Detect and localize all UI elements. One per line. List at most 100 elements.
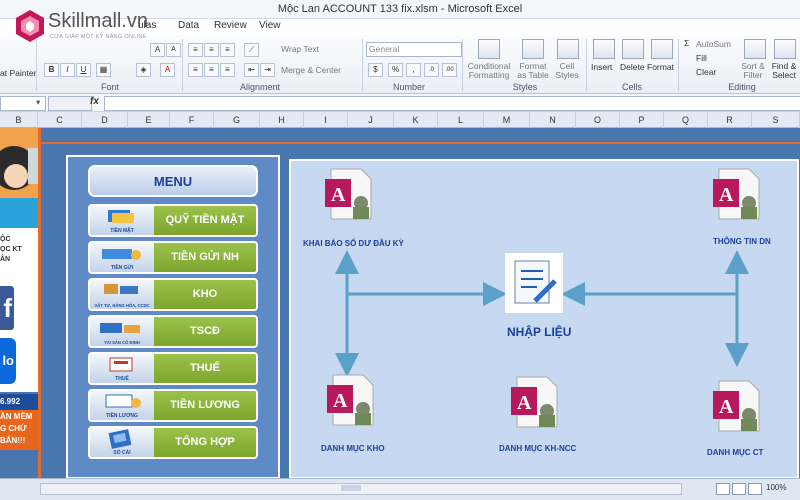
fill-color-icon[interactable]: ◈ [136,63,151,77]
autosum-button[interactable]: AutoSum [696,39,731,49]
decrease-decimal-icon[interactable]: .00 [442,63,457,77]
column-header[interactable]: I [304,112,348,128]
promo-text: BÁN!!! [0,436,26,445]
clear-button[interactable]: Clear [696,67,716,77]
format-as-table-icon[interactable] [522,39,544,59]
page-break-icon[interactable] [748,483,762,495]
find-select-button[interactable]: Find & Select [768,62,800,80]
cash-icon: TIỀN MẶT [90,206,155,235]
underline-button[interactable]: U [76,63,91,77]
access-database-icon[interactable]: A [509,375,561,429]
horizontal-scrollbar[interactable] [40,483,682,495]
bold-button[interactable]: B [44,63,59,77]
column-header[interactable]: S [752,112,800,128]
menu-panel: MENU TIỀN MẶT QUỸ TIỀN MẶT TIỀN GỬI TIỀN… [66,155,280,479]
delete-button[interactable]: Delete [620,62,645,72]
cell-styles-button[interactable]: Cell Styles [552,62,582,80]
sort-filter-button[interactable]: Sort & Filter [738,62,768,80]
menu-item-cash[interactable]: TIỀN MẶT QUỸ TIỀN MẶT [88,204,258,237]
column-header[interactable]: G [214,112,260,128]
format-button[interactable]: Format [647,62,674,72]
column-header[interactable]: M [484,112,530,128]
align-left-icon[interactable]: ≡ [188,63,203,77]
column-header[interactable]: J [348,112,394,128]
comma-icon[interactable]: , [406,63,421,77]
column-header[interactable]: E [128,112,170,128]
insert-button[interactable]: Insert [591,62,612,72]
merge-center-button[interactable]: Merge & Center [281,65,341,75]
align-bottom-icon[interactable]: ≡ [220,43,235,57]
italic-button[interactable]: I [60,63,75,77]
formula-input[interactable] [104,96,800,111]
delete-cells-icon[interactable] [622,39,644,59]
increase-decimal-icon[interactable]: .0 [424,63,439,77]
percent-icon[interactable]: % [388,63,403,77]
wrap-text-button[interactable]: Wrap Text [281,44,319,54]
access-database-icon[interactable]: A [325,373,377,427]
number-format-select[interactable]: General [366,42,462,57]
sort-filter-icon[interactable] [744,39,766,59]
borders-icon[interactable]: ▦ [96,63,111,77]
access-database-icon[interactable]: A [323,167,375,221]
insert-cells-icon[interactable] [593,39,615,59]
column-header[interactable]: R [708,112,752,128]
scrollbar-thumb[interactable] [341,485,361,491]
inventory-icon: VẬT TƯ, HÀNG HÓA, CCDC [90,280,155,309]
tab-review[interactable]: Review [214,20,247,31]
menu-item-caption: VẬT TƯ, HÀNG HÓA, CCDC [94,303,150,308]
menu-item-fixed-assets[interactable]: TÀI SẢN CỐ ĐỊNH TSCĐ [88,315,258,348]
decrease-indent-icon[interactable]: ⇤ [244,63,259,77]
find-select-icon[interactable] [774,39,796,59]
zalo-icon[interactable]: lo [0,338,16,384]
column-header[interactable]: Q [664,112,708,128]
increase-indent-icon[interactable]: ⇥ [260,63,275,77]
access-database-icon[interactable]: A [711,167,763,221]
font-color-icon[interactable]: A [160,63,175,77]
tab-view[interactable]: View [259,20,281,31]
align-middle-icon[interactable]: ≡ [204,43,219,57]
align-right-icon[interactable]: ≡ [220,63,235,77]
align-center-icon[interactable]: ≡ [204,63,219,77]
zoom-level[interactable]: 100% [766,483,786,492]
normal-view-icon[interactable] [716,483,730,495]
menu-item-bank[interactable]: TIỀN GỬI TIỀN GỬI NH [88,241,258,274]
format-painter-button[interactable]: at Painter [0,68,36,78]
column-header[interactable]: N [530,112,576,128]
column-header[interactable]: C [38,112,82,128]
left-strip-text: ỌC KT [0,246,22,253]
column-header[interactable]: F [170,112,214,128]
column-header[interactable]: O [576,112,620,128]
opening-balance-label: KHAI BÁO SỐ DƯ ĐẦU KỲ [303,239,404,248]
menu-item-inventory[interactable]: VẬT TƯ, HÀNG HÓA, CCDC KHO [88,278,258,311]
tab-data[interactable]: Data [178,20,199,31]
alignment-group-label: Alignment [239,82,281,92]
access-database-icon[interactable]: A [711,379,763,433]
ribbon-separator [462,39,463,91]
page-layout-icon[interactable] [732,483,746,495]
align-top-icon[interactable]: ≡ [188,43,203,57]
column-header[interactable]: K [394,112,438,128]
menu-item-tax[interactable]: THUẾ THUẾ [88,352,258,385]
orientation-icon[interactable]: ⟋ [244,43,259,57]
name-box-dropdown-icon[interactable]: ▾ [36,97,40,108]
column-header[interactable]: D [82,112,128,128]
cell-styles-icon[interactable] [557,39,579,59]
column-header[interactable]: H [260,112,304,128]
format-as-table-button[interactable]: Format as Table [514,62,552,80]
left-strip-text-box: ỘC ỌC KT ÂN [0,228,38,280]
currency-icon[interactable]: $ [368,63,383,77]
status-bar: 100% [0,478,800,500]
menu-item-summary[interactable]: SỔ CÁI TỔNG HỢP [88,426,258,459]
column-header[interactable]: L [438,112,484,128]
conditional-formatting-icon[interactable] [478,39,500,59]
sigma-icon[interactable]: Σ [684,38,689,48]
insert-function-icon[interactable]: fx [90,96,99,107]
column-header[interactable]: B [0,112,38,128]
format-cells-icon[interactable] [651,39,673,59]
facebook-icon[interactable]: f [0,286,14,330]
data-entry-icon[interactable] [505,253,563,313]
column-header[interactable]: P [620,112,664,128]
conditional-formatting-button[interactable]: Conditional Formatting [466,62,512,80]
menu-item-payroll[interactable]: TIỀN LƯƠNG TIỀN LƯƠNG [88,389,258,422]
fill-button[interactable]: Fill [696,53,707,63]
